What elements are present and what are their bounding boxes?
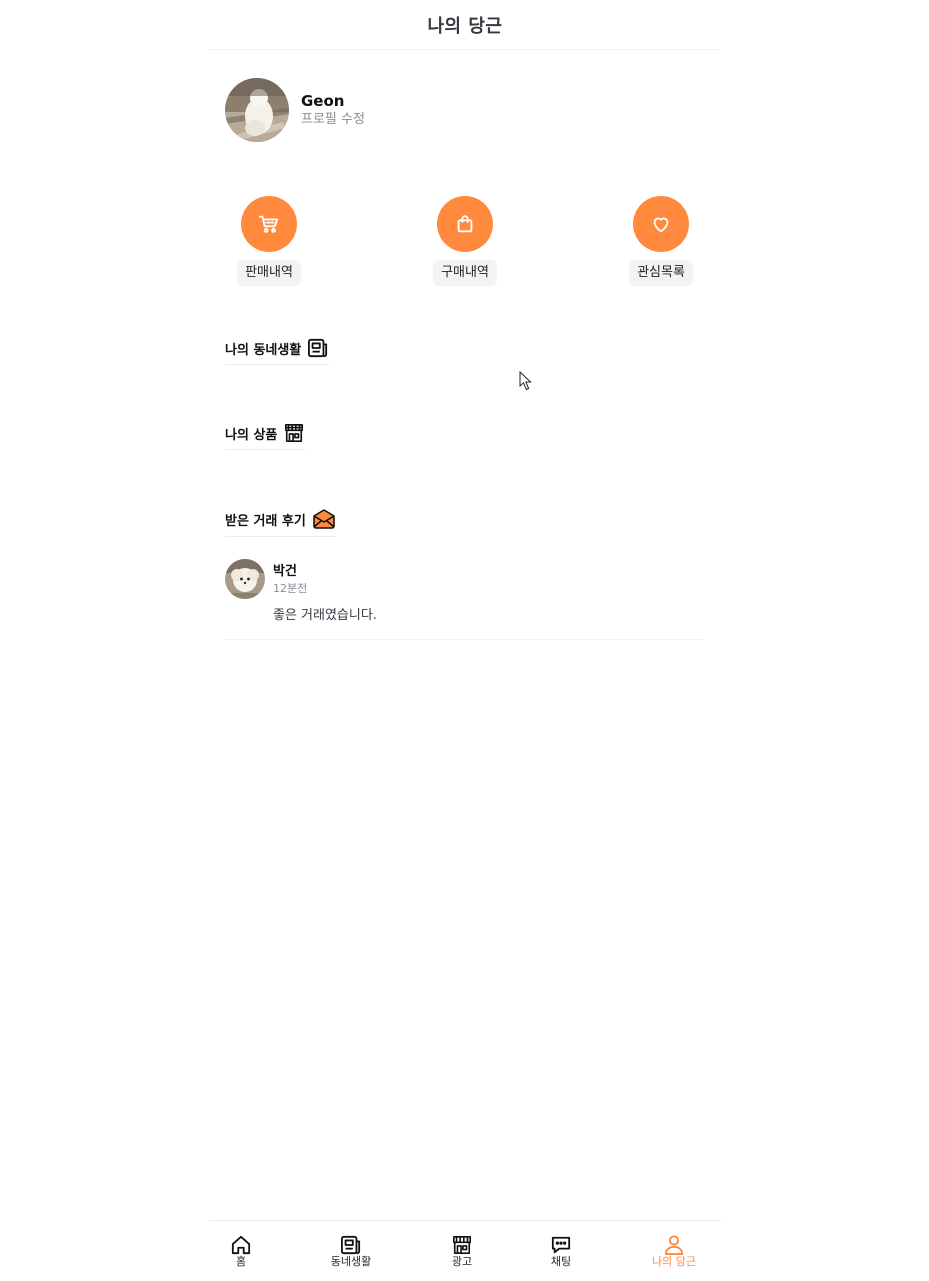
nav-chat-label: 채팅	[550, 1255, 572, 1268]
top-header: 나의 당근	[209, 0, 721, 50]
edit-profile-link[interactable]: 프로필 수정	[301, 111, 365, 129]
nav-home[interactable]: 홈	[227, 1235, 255, 1269]
profile-card: Geon 프로필 수정	[225, 78, 365, 142]
sales-history-label[interactable]: 판매내역	[237, 260, 301, 286]
home-icon	[231, 1235, 251, 1255]
sales-history-button[interactable]	[241, 196, 297, 252]
section-my-products[interactable]: 나의 상품	[225, 423, 306, 450]
nav-chat[interactable]: 채팅	[547, 1235, 575, 1269]
section-my-products-title: 나의 상품	[225, 427, 278, 443]
wishlist-label[interactable]: 관심목록	[629, 260, 693, 286]
reviewer-avatar[interactable]	[225, 559, 265, 599]
section-received-reviews-title: 받은 거래 후기	[225, 513, 306, 529]
nav-my-karrot-label: 나의 당근	[652, 1255, 696, 1268]
purchase-history-label[interactable]: 구매내역	[433, 260, 497, 286]
review-time: 12분전	[273, 582, 308, 595]
profile-text: Geon 프로필 수정	[301, 91, 365, 129]
purchase-history-button[interactable]	[437, 196, 493, 252]
user-icon	[664, 1235, 684, 1255]
sales-history-action[interactable]: 판매내역	[229, 196, 309, 286]
section-my-neighborhood[interactable]: 나의 동네생활	[225, 338, 330, 365]
heart-icon	[653, 217, 669, 233]
nav-my-karrot[interactable]: 나의 당근	[645, 1235, 703, 1269]
nav-home-label: 홈	[235, 1255, 247, 1268]
review-item: 박건 12분전 좋은 거래였습니다.	[225, 559, 705, 640]
bottom-nav: 홈 동네생활 광고 채팅 나의 당근	[209, 1220, 721, 1281]
envelope-icon	[313, 509, 335, 529]
mouse-cursor-icon	[519, 371, 532, 391]
wishlist-button[interactable]	[633, 196, 689, 252]
section-received-reviews[interactable]: 받은 거래 후기	[225, 508, 336, 537]
review-text: 좋은 거래였습니다.	[273, 608, 377, 623]
cart-icon	[258, 215, 279, 233]
chat-bubble-icon	[551, 1236, 571, 1254]
newspaper-icon	[340, 1235, 361, 1255]
wishlist-action[interactable]: 관심목록	[621, 196, 701, 286]
purchase-history-action[interactable]: 구매내역	[425, 196, 505, 286]
nav-ads[interactable]: 광고	[448, 1235, 476, 1269]
nav-neighborhood-label: 동네생활	[330, 1255, 372, 1268]
store-icon	[285, 424, 304, 442]
nav-neighborhood[interactable]: 동네생활	[321, 1235, 381, 1269]
profile-avatar[interactable]	[225, 78, 289, 142]
newspaper-icon	[308, 338, 328, 358]
store-icon	[453, 1236, 471, 1254]
nav-ads-label: 광고	[451, 1255, 473, 1268]
reviewer-name: 박건	[273, 564, 297, 579]
shopping-bag-icon	[457, 215, 473, 233]
page-title: 나의 당근	[427, 15, 503, 37]
section-my-neighborhood-title: 나의 동네생활	[225, 342, 302, 358]
profile-name: Geon	[301, 92, 345, 110]
app-frame: 나의 당근 Geon 프로필 수정 판매내역 구매내역 관심목록 나의 동네생활…	[209, 0, 721, 1281]
